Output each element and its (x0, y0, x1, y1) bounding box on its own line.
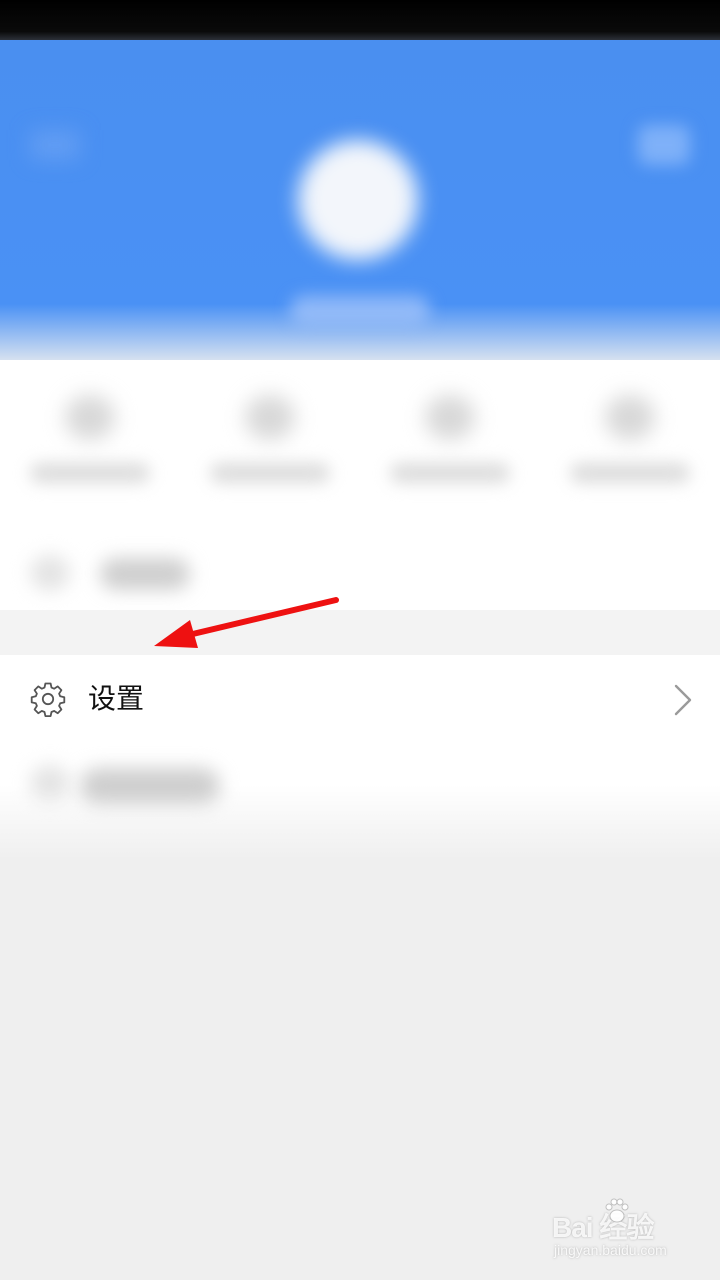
paw-icon (605, 1198, 629, 1223)
header-action-blurred[interactable] (638, 125, 690, 165)
profile-header (0, 40, 720, 370)
quick-action-item[interactable] (370, 385, 530, 505)
avatar[interactable] (298, 140, 418, 260)
chevron-right-icon (674, 684, 692, 716)
quick-action-icon (65, 395, 115, 440)
watermark: Bai 经验 jingyan.baidu.com (552, 1196, 712, 1266)
quick-action-label-blurred (390, 463, 510, 483)
quick-action-item[interactable] (190, 385, 350, 505)
section-divider (0, 610, 720, 655)
username-blurred (290, 295, 430, 325)
header-back-blurred (30, 130, 80, 160)
quick-action-item[interactable] (550, 385, 710, 505)
list-item-label-blurred[interactable] (100, 558, 190, 590)
list-item-label-blurred[interactable] (80, 768, 220, 804)
settings-label: 设置 (88, 682, 145, 715)
red-arrow-annotation (154, 597, 339, 648)
quick-action-label-blurred (30, 463, 150, 483)
settings-row[interactable]: 设置 (16, 661, 720, 737)
quick-action-icon (605, 395, 655, 440)
quick-action-label-blurred (570, 463, 690, 483)
quick-action-icon (245, 395, 295, 440)
quick-action-item[interactable] (10, 385, 170, 505)
gear-icon (30, 682, 66, 717)
watermark-domain: jingyan.baidu.com (554, 1242, 667, 1258)
list-item-icon-blurred (30, 555, 70, 591)
quick-action-icon (425, 395, 475, 440)
quick-action-label-blurred (210, 463, 330, 483)
list-item-icon-blurred (30, 765, 70, 801)
